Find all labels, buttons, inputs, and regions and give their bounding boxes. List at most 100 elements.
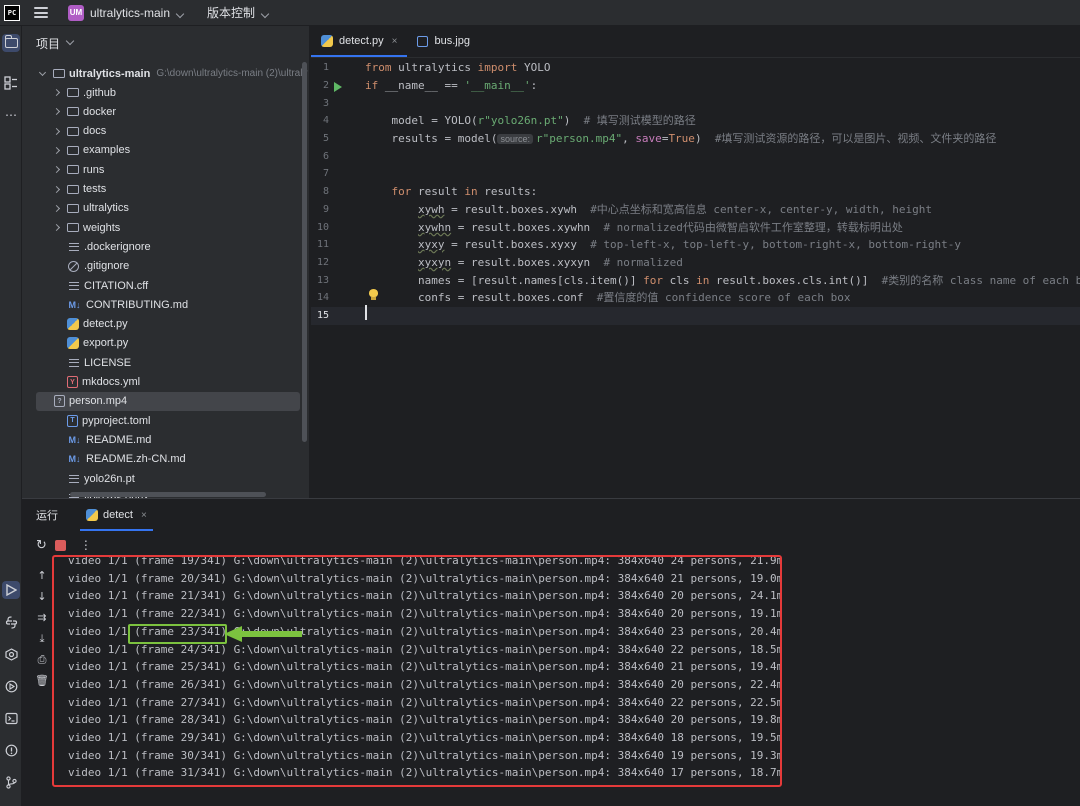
tree-item-detect-py[interactable]: detect.py [22,315,309,334]
git-icon[interactable] [2,773,20,791]
services-icon[interactable] [2,645,20,663]
console-output[interactable]: video 1/1 (frame 19/341) G:\down\ultraly… [52,555,782,787]
run-icon[interactable] [2,581,20,599]
tree-item-label: export.py [83,337,129,350]
unknown-file-icon: ? [54,395,65,408]
frame-highlight-box [128,624,227,644]
tree-item-yolo26n-pt[interactable]: yolo26n.pt [22,469,309,488]
tree-item-citation-cff[interactable]: CITATION.cff [22,276,309,295]
tree-item-label: .github [83,86,117,99]
python-file-icon [67,337,79,350]
problems-icon[interactable] [2,741,20,759]
structure-icon[interactable] [2,74,20,92]
expand-arrow-icon[interactable] [52,108,61,116]
vcs-menu-label: 版本控制 [207,6,256,20]
tree-item-mkdocs-yml[interactable]: Ymkdocs.yml [22,373,309,392]
console-line: video 1/1 (frame 19/341) G:\down\ultraly… [68,555,782,567]
line-number: 6 [322,151,329,162]
tree-item-dockerignore[interactable]: .dockerignore [22,237,309,256]
tree-item-readme-md[interactable]: M↓ README.md [22,430,309,449]
inlay-hint: source: [497,134,533,144]
title-bar: PC UM ultralytics-main 版本控制 [0,0,1080,26]
scroll-up-icon[interactable]: ↑ [30,565,54,586]
debug-icon[interactable] [2,677,20,695]
code-line-8: for result in results: [391,185,538,198]
vcs-menu[interactable]: 版本控制 [207,4,270,21]
editor-tab-bar: detect.py × bus.jpg [311,26,1080,58]
tree-item-gitignore[interactable]: .gitignore [22,257,309,276]
code-line-9: xywh = result.boxes.xywh #中心点坐标和宽高信息 cen… [417,203,932,216]
expand-arrow-icon[interactable] [52,88,61,97]
tree-item-label: LICENSE [84,356,132,369]
line-number: 11 [316,239,329,250]
expand-arrow-icon[interactable] [38,68,47,76]
code-area[interactable]: 1 from ultralytics import YOLO 2 if __name… [311,59,1080,498]
tree-item-label: mkdocs.yml [82,376,141,388]
yaml-file-icon: Y [67,376,78,388]
text-file-icon [67,279,80,292]
console-line: video 1/1 (frame 20/341) G:\down\ultraly… [68,571,782,585]
lightbulb-icon[interactable] [369,289,378,300]
tree-item-weights[interactable]: weights [22,218,309,237]
tree-item-examples[interactable]: examples [22,141,309,160]
console-line: video 1/1 (frame 26/341) G:\down\ultraly… [68,677,782,691]
print-icon[interactable]: ⎙ [30,649,54,670]
comment: #填写测试资源的路径，可以是图片、视频、文件夹的路径 [714,132,997,145]
comment: # normalized代码由微智启软件工作室整理，转载标明出处 [603,221,903,234]
tree-item-runs[interactable]: runs [22,160,309,179]
line-number: 1 [322,62,329,73]
expand-arrow-icon[interactable] [52,224,61,232]
tab-detect-py[interactable]: detect.py × [311,25,408,57]
stop-icon[interactable] [54,539,66,551]
tree-item-docker[interactable]: docker [22,102,309,121]
expand-arrow-icon[interactable] [52,127,61,135]
folder-icon[interactable] [2,34,20,52]
more-options-icon[interactable]: ⋮ [80,538,92,552]
tree-item-github[interactable]: .github [22,83,309,102]
main-menu-icon[interactable] [34,7,48,18]
tree-item-label: CITATION.cff [84,279,149,292]
line-number: 10 [316,222,329,233]
close-icon[interactable]: × [392,36,398,47]
scroll-down-icon[interactable]: ↓ [30,586,54,607]
code-line-4: model = YOLO(r"yolo26n.pt") # 填写测试模型的路径 [365,114,696,127]
tree-item-tests[interactable]: tests [22,180,309,199]
project-switcher[interactable]: ultralytics-main [90,5,185,20]
tree-root[interactable]: ultralytics-main G:\down\ultralytics-mai… [22,64,309,83]
comment: #类别的名称 class name of each box [881,274,1080,287]
project-panel-horizontal-scrollbar[interactable] [70,492,266,497]
more-icon[interactable]: ⋯ [2,106,20,124]
expand-arrow-icon[interactable] [52,185,61,193]
comment: # 填写测试模型的路径 [583,114,696,127]
tree-item-label: .gitignore [84,260,130,273]
expand-arrow-icon[interactable] [52,204,61,212]
tree-item-person-mp4[interactable]: ? person.mp4 [36,391,300,411]
app-logo[interactable]: PC [4,4,20,21]
close-icon[interactable]: × [141,510,147,521]
expand-arrow-icon[interactable] [52,166,61,174]
run-tab-detect[interactable]: detect × [80,499,153,531]
folder-icon [53,69,65,78]
tab-bus-jpg[interactable]: bus.jpg [407,25,479,57]
tree-item-export-py[interactable]: export.py [22,334,309,353]
rerun-icon[interactable]: ↻ [36,537,47,553]
tree-item-ultralytics[interactable]: ultralytics [22,199,309,218]
tree-item-pyproject-toml[interactable]: Tpyproject.toml [22,411,309,430]
python-packages-icon[interactable] [2,613,20,631]
project-panel: 项目 ultralytics-main G:\down\ultralytics-… [22,26,310,498]
tree-item-readme-zh-cn-md[interactable]: M↓ README.zh-CN.md [22,450,309,469]
soft-wrap-icon[interactable]: ⇉ [30,607,54,628]
text-file-icon [67,472,80,485]
expand-arrow-icon[interactable] [52,146,61,154]
tree-item-license[interactable]: LICENSE [22,353,309,372]
project-panel-header[interactable]: 项目 [22,26,309,60]
terminal-icon[interactable] [2,709,20,727]
project-badge[interactable]: UM [68,4,84,21]
tree-item-contributing-md[interactable]: M↓ CONTRIBUTING.md [22,295,309,314]
scroll-to-end-icon[interactable]: ⤓ [30,628,54,649]
tree-item-docs[interactable]: docs [22,122,309,141]
project-name-label: ultralytics-main [90,5,171,20]
project-panel-scrollbar[interactable] [302,62,307,442]
python-file-icon [67,318,79,331]
trash-icon[interactable]: 🗑 [30,670,54,691]
